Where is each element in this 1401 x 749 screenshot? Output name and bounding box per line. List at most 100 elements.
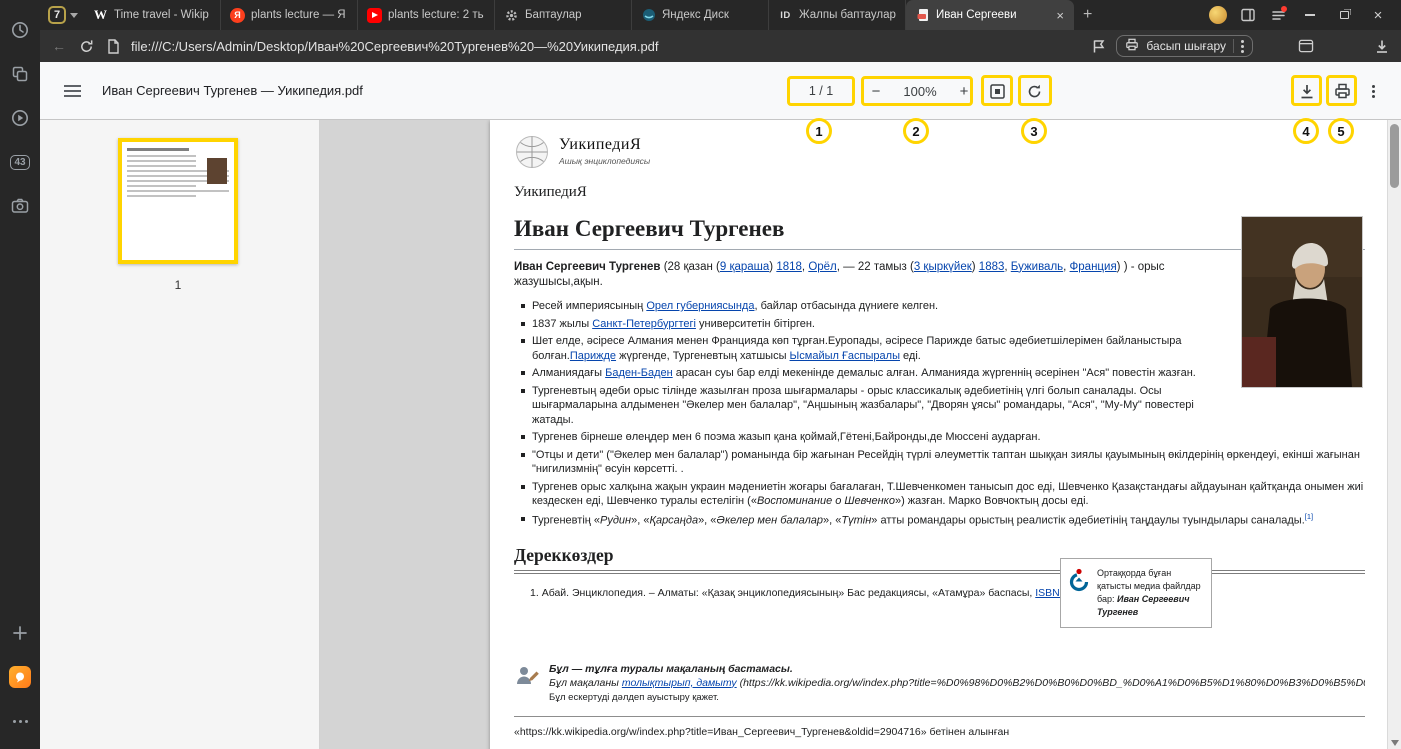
close-window-button[interactable]: × (1361, 0, 1395, 30)
add-panel-icon[interactable] (8, 621, 32, 645)
thumbnail-portrait-block (207, 158, 227, 184)
stub-icon (514, 663, 540, 694)
screenshot-icon[interactable] (8, 194, 32, 218)
article-link[interactable]: 9 қараша (720, 261, 769, 273)
viewer-scrollbar[interactable] (1387, 120, 1401, 749)
zoom-level[interactable]: 100% (903, 84, 936, 99)
text-run: », « (823, 514, 841, 526)
article-link[interactable]: 1883 (979, 261, 1005, 273)
pdf-viewer: УикипедиЯ Ашық энциклопедиясы УикипедиЯ … (320, 120, 1401, 749)
article-title: Иван Сергеевич Тургенев (514, 214, 1365, 249)
print-options-kebab-icon[interactable] (1241, 45, 1244, 48)
article-link[interactable]: Буживаль (1011, 261, 1063, 273)
chevron-down-icon (70, 13, 78, 18)
text-run: Тургенев бірнеше өлеңдер мен 6 поэма жаз… (532, 431, 1041, 443)
text-run: Бұл мақаланы (549, 677, 622, 689)
address-bar: ← file:///C:/Users/Admin/Desktop/Иван%20… (40, 30, 1401, 62)
callout-number-2: 2 (903, 118, 929, 144)
page-thumbnail[interactable] (118, 138, 238, 264)
pdf-menu-button[interactable] (64, 85, 81, 97)
page-indicator[interactable]: 1 / 1 (791, 79, 851, 103)
wikipedia-icon: W (93, 8, 108, 23)
tab-wikipedia[interactable]: W Time travel - Wikip (84, 0, 221, 30)
tab-yandex-search[interactable]: Я plants lecture — Я (221, 0, 358, 30)
bookmark-icon[interactable] (1089, 37, 1107, 55)
page-info-icon[interactable] (104, 37, 122, 55)
pdf-print-button[interactable] (1329, 78, 1355, 104)
tab-count-label: 43 (10, 155, 29, 170)
article-link[interactable]: [1] (1305, 512, 1313, 521)
commons-text: Ортаққорда бұған қатысты медиа файлдар б… (1097, 567, 1204, 619)
references-heading: Дереккөздер (514, 544, 1365, 571)
print-page-label: басып шығару (1146, 39, 1226, 53)
refresh-button[interactable] (77, 37, 95, 55)
tab-youtube[interactable]: plants lecture: 2 ть (358, 0, 495, 30)
url-text[interactable]: file:///C:/Users/Admin/Desktop/Иван%20Се… (131, 39, 659, 54)
print-page-button[interactable]: басып шығару (1116, 35, 1253, 57)
scrollbar-thumb[interactable] (1390, 124, 1399, 188)
tab-yandex-id[interactable]: ID Жалпы баптаулар (769, 0, 906, 30)
text-run: , байлар отбасында дүниеге келген. (754, 300, 938, 312)
text-run: , — 22 тамыз ( (837, 261, 914, 273)
tab-pdf-active[interactable]: Иван Сергееви × (906, 0, 1074, 30)
video-play-icon[interactable] (8, 106, 32, 130)
article-link[interactable]: Орел губерниясында (646, 300, 754, 312)
tab-title: Баптаулар (525, 9, 622, 21)
article-link[interactable]: 1818 (776, 261, 802, 273)
messenger-icon[interactable] (8, 665, 32, 689)
scroll-down-button[interactable] (1388, 740, 1401, 746)
article-link[interactable]: Франция (1070, 261, 1117, 273)
yandex-icon: Я (230, 8, 245, 23)
text-run: Тургеневтің « (532, 514, 600, 526)
new-tab-button[interactable]: + (1074, 6, 1101, 24)
divider (514, 573, 1365, 574)
zoom-in-button[interactable]: + (953, 83, 975, 100)
callout-number-5: 5 (1328, 118, 1354, 144)
callout-number-1: 1 (806, 118, 832, 144)
text-run: университетін бітірген. (696, 318, 815, 330)
callout-number-4: 4 (1293, 118, 1319, 144)
article-link[interactable]: Ысмайыл Ғаспыралы (790, 350, 900, 362)
tabs-panel-icon[interactable] (8, 62, 32, 86)
tab-settings[interactable]: Баптаулар (495, 0, 632, 30)
zoom-out-button[interactable]: − (865, 83, 887, 100)
fit-page-button[interactable] (984, 78, 1010, 104)
text-run: Иван Сергеевич Тургенев (514, 261, 661, 273)
text-run: Тургеневтың әдеби орыс тілінде жазылған … (532, 385, 1194, 426)
article-link[interactable]: 3 қыркүйек (914, 261, 972, 273)
tab-title: plants lecture — Я (251, 9, 348, 21)
tab-counter[interactable]: 7 (48, 6, 78, 24)
article-link[interactable]: Баден-Баден (605, 367, 673, 379)
tab-groups-icon[interactable] (1297, 37, 1315, 55)
article-link[interactable]: толықтырып, дамыту (622, 677, 737, 689)
minimize-button[interactable] (1293, 0, 1327, 30)
tab-yandex-disk[interactable]: Яндекс Диск (632, 0, 769, 30)
text-run: (28 қазан ( (661, 261, 720, 273)
more-icon[interactable] (8, 709, 32, 733)
article-link[interactable]: Санкт-Петербургтегі (592, 318, 696, 330)
close-tab-icon[interactable]: × (1055, 8, 1065, 23)
pdf-more-button[interactable] (1364, 78, 1382, 104)
article-bullet: Тургеневтың әдеби орыс тілінде жазылған … (532, 384, 1365, 428)
panels-icon[interactable] (1233, 0, 1263, 30)
thumbnail-content-line (127, 190, 229, 192)
article-bullet: Тургенев бірнеше өлеңдер мен 6 поэма жаз… (532, 430, 1365, 445)
text-run: еді. (900, 350, 921, 362)
text-run: Рудин (600, 514, 631, 526)
notifications-icon[interactable] (1263, 0, 1293, 30)
callout-number-3: 3 (1021, 118, 1047, 144)
article-bullet: "Отцы и дети" ("Әкелер мен балалар") ром… (532, 448, 1365, 477)
gear-icon (504, 8, 519, 23)
back-button[interactable]: ← (50, 37, 68, 55)
maximize-button[interactable] (1327, 0, 1361, 30)
article-link[interactable]: Орёл (808, 261, 836, 273)
profile-avatar[interactable] (1203, 0, 1233, 30)
downloads-icon[interactable] (1373, 37, 1391, 55)
text-run: Абай. Энциклопедия. – Алматы: «Қазақ энц… (542, 587, 1036, 599)
tab-count-badge[interactable]: 43 (8, 150, 32, 174)
history-icon[interactable] (8, 18, 32, 42)
wikipedia-header: УикипедиЯ Ашық энциклопедиясы (514, 134, 1365, 175)
article-link[interactable]: Парижде (570, 350, 616, 362)
rotate-button[interactable] (1021, 78, 1047, 104)
pdf-download-button[interactable] (1294, 78, 1320, 104)
